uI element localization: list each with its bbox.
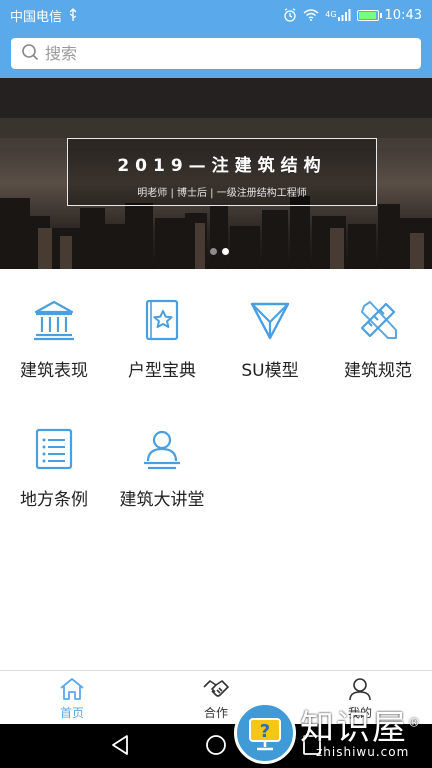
lecturer-person-icon bbox=[140, 427, 184, 471]
watermark-logo: 知识屋® bbox=[300, 700, 422, 749]
search-bar[interactable] bbox=[11, 38, 421, 69]
carrier-label: 中国电信 bbox=[10, 9, 63, 25]
banner-subtitle: 明老师 | 博士后 | 一级注册结构工程师 bbox=[137, 188, 307, 199]
battery-charging-icon bbox=[356, 9, 382, 21]
star-book-icon bbox=[140, 298, 184, 342]
banner-caption-box: 2019—注建筑结构 明老师 | 博士后 | 一级注册结构工程师 bbox=[67, 138, 377, 206]
building-columns-icon bbox=[32, 298, 76, 342]
category-architecture-lectures[interactable]: 建筑大讲堂 bbox=[108, 405, 216, 525]
network-signal-icon: 4G bbox=[325, 9, 351, 21]
banner-title: 2019—注建筑结构 bbox=[117, 156, 327, 176]
wifi-icon bbox=[303, 9, 319, 21]
category-label: 户型宝典 bbox=[128, 361, 196, 381]
watermark-registered: ® bbox=[408, 715, 422, 730]
category-building-codes[interactable]: 建筑规范 bbox=[324, 276, 432, 396]
triangle-model-icon bbox=[248, 298, 292, 342]
category-label: 建筑规范 bbox=[344, 361, 412, 381]
category-label: 建筑表现 bbox=[20, 361, 88, 381]
status-bar: 中国电信 4G 10:43 bbox=[0, 0, 432, 30]
ruler-pencil-icon bbox=[356, 298, 400, 342]
status-time: 10:43 bbox=[384, 7, 422, 23]
carousel-dot-active[interactable] bbox=[222, 248, 229, 255]
category-label: 地方条例 bbox=[20, 490, 88, 510]
search-icon bbox=[21, 43, 39, 65]
category-floorplan-collection[interactable]: 户型宝典 bbox=[108, 276, 216, 396]
network-type: 4G bbox=[325, 10, 337, 19]
tab-label: 首页 bbox=[59, 706, 84, 720]
promo-banner[interactable]: 2019—注建筑结构 明老师 | 博士后 | 一级注册结构工程师 bbox=[0, 78, 432, 269]
category-architecture-rendering[interactable]: 建筑表现 bbox=[0, 276, 108, 396]
category-local-regulations[interactable]: 地方条例 bbox=[0, 405, 108, 525]
usb-icon bbox=[68, 8, 78, 22]
back-icon[interactable] bbox=[110, 734, 130, 760]
question-monitor-icon: ? bbox=[234, 702, 296, 764]
search-input[interactable] bbox=[45, 44, 405, 63]
carousel-dot[interactable] bbox=[210, 248, 217, 255]
home-icon bbox=[59, 677, 85, 705]
home-circle-icon[interactable] bbox=[205, 734, 227, 760]
handshake-icon bbox=[202, 677, 230, 705]
watermark-url: zhishiwu.com bbox=[316, 745, 410, 759]
category-label: 建筑大讲堂 bbox=[119, 490, 205, 510]
watermark-text: 知识屋 bbox=[300, 708, 408, 748]
svg-text:?: ? bbox=[260, 721, 270, 742]
tab-home[interactable]: 首页 bbox=[22, 671, 122, 724]
app-screen: 中国电信 4G 10:43 搜索 2019—注建筑结构 明老师 | 博士后 | … bbox=[0, 0, 432, 768]
search-header bbox=[0, 30, 432, 78]
list-document-icon bbox=[32, 427, 76, 471]
carousel-indicator bbox=[210, 248, 229, 255]
category-su-models[interactable]: SU模型 bbox=[216, 276, 324, 396]
category-label: SU模型 bbox=[241, 361, 299, 381]
alarm-icon bbox=[283, 8, 297, 22]
